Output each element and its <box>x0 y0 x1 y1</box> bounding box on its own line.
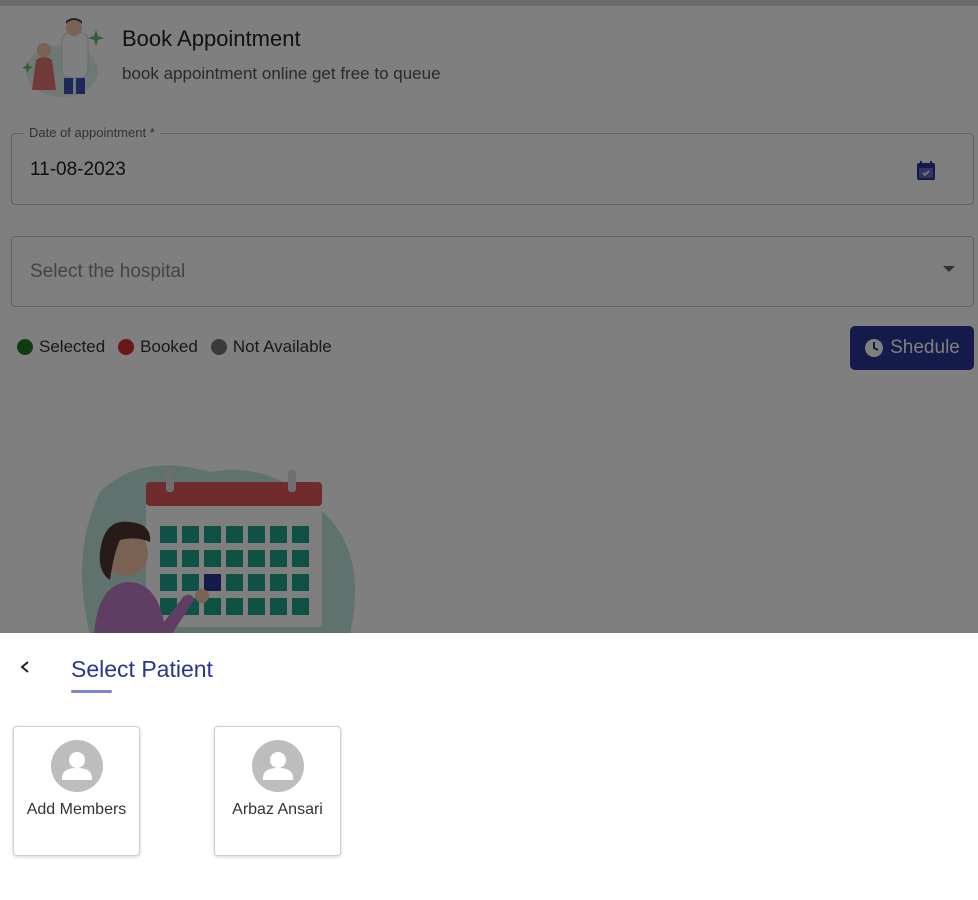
person-avatar-icon <box>51 740 103 792</box>
person-avatar-icon <box>252 740 304 792</box>
card-label: Add Members <box>26 801 127 818</box>
title-underline <box>71 690 112 693</box>
chevron-left-icon[interactable] <box>14 655 36 679</box>
modal-backdrop[interactable] <box>0 0 978 633</box>
sheet-title: Select Patient <box>71 656 213 682</box>
add-members-card[interactable]: Add Members <box>13 726 140 856</box>
select-patient-sheet: Select Patient Add Members Arbaz Ansari <box>0 633 978 900</box>
card-label: Arbaz Ansari <box>232 801 323 818</box>
patient-card-arbaz-ansari[interactable]: Arbaz Ansari <box>214 726 341 856</box>
